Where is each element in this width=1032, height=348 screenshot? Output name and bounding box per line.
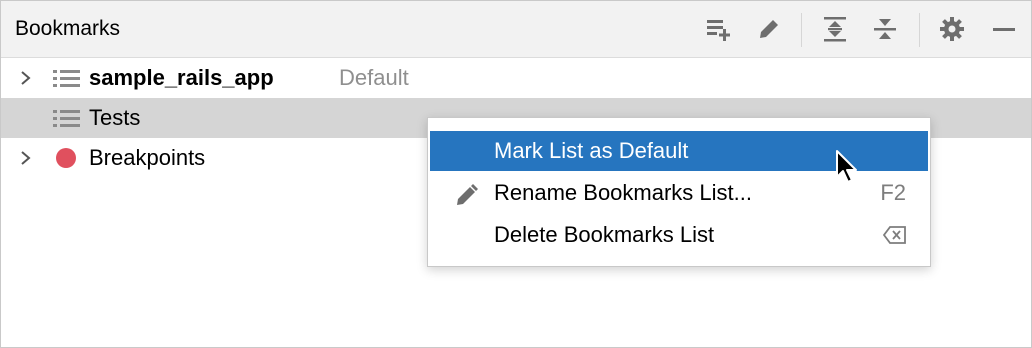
settings-button[interactable] [936,13,968,45]
tree-row-label: sample_rails_app [89,65,274,90]
list-icon [53,110,80,127]
menu-item-label: Rename Bookmarks List... [494,180,752,205]
minimize-button[interactable] [988,13,1020,45]
chevron-right-icon[interactable] [19,150,33,166]
backspace-icon [882,226,906,244]
menu-item-label: Delete Bookmarks List [494,222,715,247]
collapse-all-icon [874,19,896,39]
edit-pencil-icon [760,20,778,38]
bookmarks-panel: Bookmarks sample_rails_app Default Tests… [0,0,1032,348]
expand-all-button[interactable] [819,13,851,45]
breakpoint-dot-icon [56,148,76,168]
shortcut-label: F2 [880,180,906,205]
chevron-right-icon[interactable] [19,70,33,86]
tree-row-label: Tests [89,105,141,130]
menu-item-delete[interactable]: Delete Bookmarks List [430,215,928,255]
panel-title: Bookmarks [15,17,121,40]
list-icon [53,70,80,87]
mouse-cursor-icon [836,150,857,183]
minimize-icon [993,28,1015,31]
add-list-button[interactable] [703,13,735,45]
edit-button[interactable] [753,13,785,45]
default-hint: Default [339,65,409,90]
tree-row-sample-rails-app[interactable]: sample_rails_app Default [1,58,1031,98]
tree-row-label: Breakpoints [89,145,206,170]
collapse-all-button[interactable] [869,13,901,45]
menu-item-label: Mark List as Default [494,138,689,163]
gear-icon [940,17,964,41]
context-menu: Mark List as Default Rename Bookmarks Li… [427,117,931,267]
pencil-icon [457,184,478,205]
add-list-icon [707,20,730,41]
panel-toolbar: Bookmarks [1,1,1031,58]
expand-all-icon [824,17,846,42]
